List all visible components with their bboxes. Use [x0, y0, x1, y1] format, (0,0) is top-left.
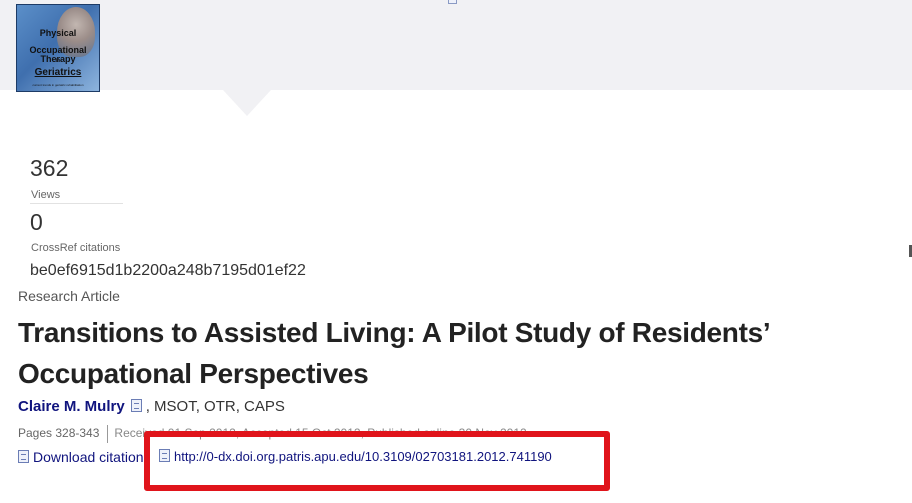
- pages-text: Pages 328-343: [18, 426, 100, 441]
- hash-text: be0ef6915d1b2200a248b7195d01ef22: [30, 262, 306, 279]
- metrics-divider: [30, 203, 123, 204]
- doi-highlight-box: [144, 431, 610, 491]
- journal-cover-image[interactable]: Physical Occupational Therapy in Geriatr…: [16, 4, 100, 92]
- download-citation-link[interactable]: Download citation: [33, 449, 144, 465]
- author-line: Claire M. Mulry , MSOT, OTR, CAPS: [18, 398, 285, 415]
- article-title: Transitions to Assisted Living: A Pilot …: [18, 317, 769, 389]
- download-citation-row: Download citation: [18, 449, 144, 465]
- author-link[interactable]: Claire M. Mulry: [18, 398, 125, 415]
- citation-icon: [18, 450, 29, 463]
- cover-text: Physical: [39, 28, 77, 38]
- document-icon[interactable]: [448, 0, 457, 4]
- crossref-label: CrossRef citations: [31, 242, 121, 254]
- header-pointer-notch: [223, 90, 271, 116]
- article-page: Physical Occupational Therapy in Geriatr…: [0, 0, 912, 503]
- crossref-count: 0: [30, 209, 43, 235]
- cover-text: Geriatrics: [34, 67, 82, 78]
- article-type: Research Article: [18, 288, 120, 304]
- views-count: 362: [30, 155, 69, 181]
- journal-header-band: [0, 0, 912, 90]
- cover-text: current trends in geriatric rehabilitati…: [32, 83, 84, 87]
- views-label: Views: [31, 189, 61, 201]
- author-info-icon[interactable]: [130, 399, 142, 412]
- cover-text: in: [55, 58, 61, 64]
- meta-divider: [107, 425, 109, 443]
- author-credentials: , MSOT, OTR, CAPS: [145, 398, 285, 415]
